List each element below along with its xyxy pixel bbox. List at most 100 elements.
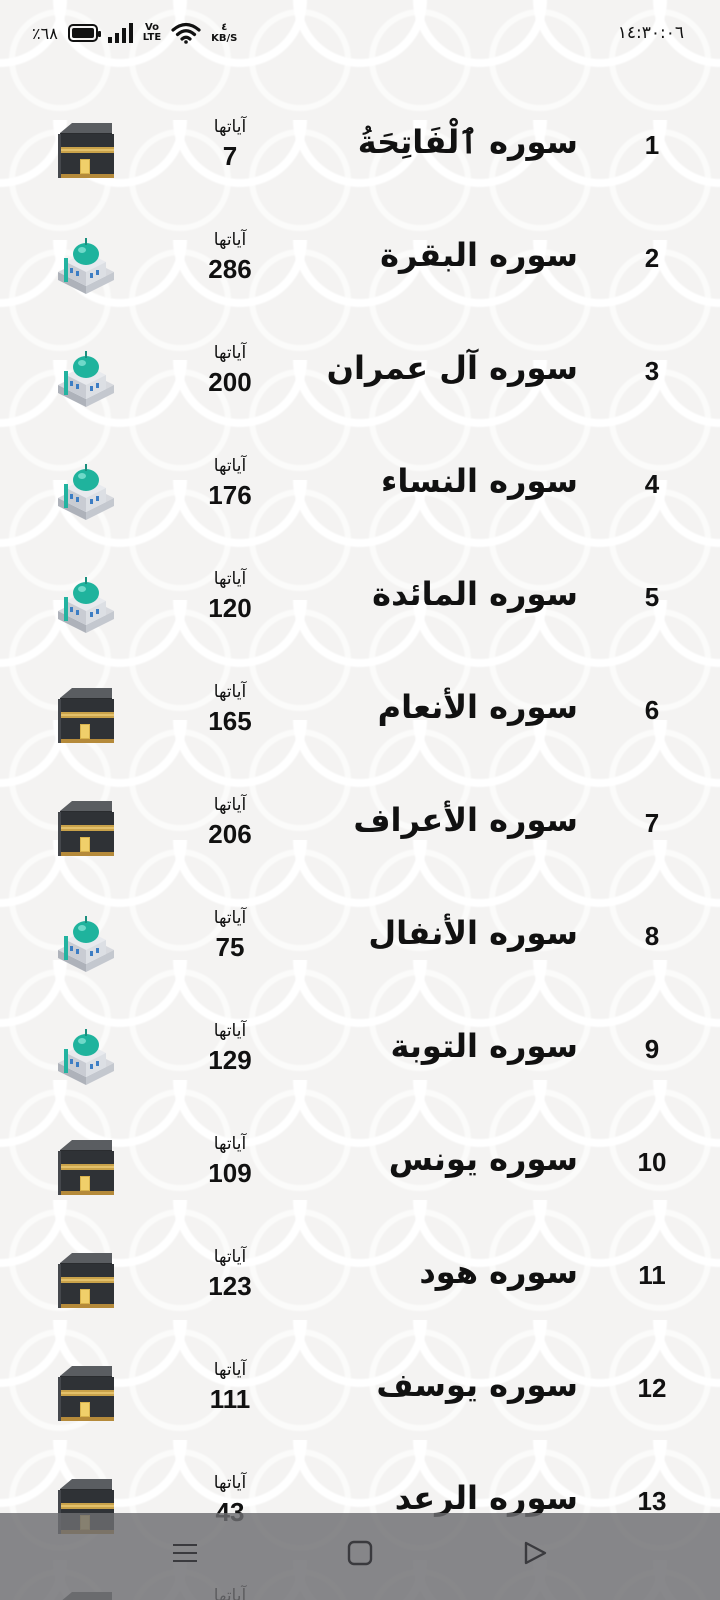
surah-name: سوره ٱلْفَاتِحَةُ	[357, 123, 578, 161]
volte-icon: Vo LTE	[143, 23, 161, 43]
status-bar: ٪٦٨ Vo LTE ٤ KB/S ١٤:٣٠:٠٦	[0, 0, 720, 66]
surah-number: 12	[637, 1373, 667, 1403]
surah-list-item[interactable]: 11 سوره هود آياتها 123	[0, 1225, 720, 1338]
surah-list: 1 سوره ٱلْفَاتِحَةُ آياتها 7 2 سوره البقرة آيا…	[0, 95, 720, 1600]
surah-number: 10	[637, 1147, 667, 1177]
surah-number: 6	[644, 695, 660, 725]
surah-number: 9	[644, 1034, 660, 1064]
ayat-count: 200	[208, 367, 252, 397]
ayat-label: آياتها	[213, 682, 247, 702]
surah-list-item[interactable]: 2 سوره البقرة آياتها 286	[0, 208, 720, 321]
ayat-label: آياتها	[213, 117, 247, 137]
ayat-count: 286	[208, 254, 252, 284]
ayat-info: آياتها 120	[190, 569, 270, 624]
surah-list-item[interactable]: 8 سوره الأنفال آياتها 75	[0, 886, 720, 999]
mosque-icon	[54, 1023, 118, 1087]
surah-name: سوره الأعراف	[353, 801, 578, 839]
surah-number: 8	[644, 921, 660, 951]
ayat-count: 206	[208, 819, 252, 849]
ayat-info: آياتها 176	[190, 456, 270, 511]
surah-number: 4	[644, 469, 660, 499]
surah-list-item[interactable]: 4 سوره النساء آياتها 176	[0, 434, 720, 547]
ayat-info: آياتها 206	[190, 795, 270, 850]
ayat-label: آياتها	[213, 1473, 247, 1493]
ayat-count: 120	[208, 593, 252, 623]
surah-name: سوره الأنفال	[368, 914, 578, 952]
signal-icon	[107, 23, 133, 43]
battery-icon	[67, 24, 101, 42]
ayat-info: آياتها 286	[190, 230, 270, 285]
back-triangle-icon	[524, 1541, 547, 1564]
ayat-count: 176	[208, 480, 252, 510]
ayat-label: آياتها	[213, 1021, 247, 1041]
ayat-label: آياتها	[213, 343, 247, 363]
wifi-icon	[171, 22, 201, 44]
ayat-count: 109	[208, 1158, 252, 1188]
ayat-label: آياتها	[213, 569, 247, 589]
kaaba-icon	[54, 1136, 118, 1200]
ayat-count: 129	[208, 1045, 252, 1075]
ayat-label: آياتها	[213, 1134, 247, 1154]
surah-list-item[interactable]: 3 سوره آل عمران آياتها 200	[0, 321, 720, 434]
surah-number: 3	[644, 356, 660, 386]
surah-name: سوره هود	[419, 1253, 578, 1291]
ayat-count: 111	[209, 1384, 251, 1414]
battery-percent: ٪٦٨	[32, 23, 58, 43]
ayat-label: آياتها	[213, 456, 247, 476]
ayat-info: آياتها 7	[190, 117, 270, 172]
ayat-info: آياتها 109	[190, 1134, 270, 1189]
home-square-icon	[347, 1540, 373, 1565]
kaaba-icon	[54, 797, 118, 861]
menu-icon	[173, 1543, 197, 1562]
surah-name: سوره التوبة	[390, 1027, 578, 1065]
net-speed-value: ٤	[221, 22, 228, 33]
mosque-icon	[54, 910, 118, 974]
kaaba-icon	[54, 684, 118, 748]
ayat-info: آياتها 75	[190, 908, 270, 963]
net-speed-unit: KB/S	[211, 33, 238, 44]
back-button[interactable]	[520, 1538, 550, 1568]
mosque-icon	[54, 458, 118, 522]
kaaba-icon	[54, 1362, 118, 1426]
ayat-count: 165	[208, 706, 252, 736]
ayat-label: آياتها	[213, 1247, 247, 1267]
home-button[interactable]	[345, 1538, 375, 1568]
surah-name: سوره الأنعام	[377, 688, 578, 726]
surah-list-item[interactable]: 10 سوره يونس آياتها 109	[0, 1112, 720, 1225]
ayat-info: آياتها 111	[190, 1360, 270, 1415]
ayat-info: آياتها 165	[190, 682, 270, 737]
ayat-info: آياتها 200	[190, 343, 270, 398]
surah-list-item[interactable]: 6 سوره الأنعام آياتها 165	[0, 660, 720, 773]
surah-list-item[interactable]: 12 سوره يوسف آياتها 111	[0, 1338, 720, 1451]
ayat-count: 7	[222, 141, 238, 171]
surah-list-item[interactable]: 1 سوره ٱلْفَاتِحَةُ آياتها 7	[0, 95, 720, 208]
ayat-label: آياتها	[213, 795, 247, 815]
ayat-info: آياتها 129	[190, 1021, 270, 1076]
kaaba-icon	[54, 119, 118, 183]
ayat-label: آياتها	[213, 1360, 247, 1380]
ayat-count: 75	[215, 932, 245, 962]
mosque-icon	[54, 232, 118, 296]
ayat-info: آياتها 123	[190, 1247, 270, 1302]
surah-name: سوره يونس	[388, 1140, 578, 1178]
surah-name: سوره الرعد	[394, 1479, 578, 1517]
surah-list-item[interactable]: 7 سوره الأعراف آياتها 206	[0, 773, 720, 886]
surah-name: سوره آل عمران	[326, 349, 578, 387]
clock: ١٤:٣٠:٠٦	[617, 23, 684, 43]
surah-name: سوره المائدة	[372, 575, 578, 613]
surah-number: 11	[638, 1260, 666, 1290]
surah-name: سوره البقرة	[380, 236, 578, 274]
ayat-label: آياتها	[213, 908, 247, 928]
surah-name: سوره يوسف	[376, 1366, 578, 1404]
status-indicators: ٪٦٨ Vo LTE ٤ KB/S	[32, 22, 237, 44]
surah-number: 5	[644, 582, 660, 612]
surah-name: سوره النساء	[381, 462, 578, 500]
mosque-icon	[54, 571, 118, 635]
surah-number: 1	[644, 130, 660, 160]
surah-number: 2	[644, 243, 660, 273]
mosque-icon	[54, 345, 118, 409]
surah-list-item[interactable]: 5 سوره المائدة آياتها 120	[0, 547, 720, 660]
ayat-label: آياتها	[213, 230, 247, 250]
menu-button[interactable]	[170, 1538, 200, 1568]
surah-list-item[interactable]: 9 سوره التوبة آياتها 129	[0, 999, 720, 1112]
